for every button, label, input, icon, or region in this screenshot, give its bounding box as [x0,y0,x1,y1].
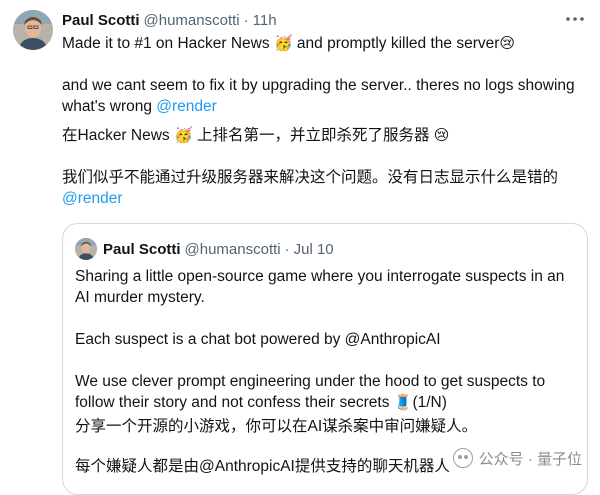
wechat-icon [452,448,473,468]
party-face-emoji-icon: 🥳 [273,34,293,52]
quoted-line-4: 分享一个开源的小游戏，你可以在AI谋杀案中审问嫌疑人。 [75,418,478,435]
watermark: 公众号 · 量子位 [448,447,586,469]
quoted-line-3: We use clever prompt engineering under t… [75,373,546,411]
quoted-header: Paul Scotti @humanscotti · Jul 10 [103,239,575,259]
author-handle[interactable]: @humanscotti [144,12,240,29]
quoted-text: Sharing a little open-source game where … [75,266,575,477]
tweet-line-1: Made it to #1 on Hacker News 🥳 and promp… [62,34,516,52]
crying-face-emoji-icon: 😢 [499,34,516,52]
mention-render[interactable]: @render [62,190,123,207]
more-dots-icon [566,17,584,21]
mention-render[interactable]: @render [156,98,217,115]
avatar-photo-icon [75,238,97,260]
quoted-avatar [75,238,97,260]
quoted-separator: · [284,240,290,258]
quoted-author-handle: @humanscotti [184,240,281,258]
more-horizontal-icon[interactable] [564,9,586,29]
avatar[interactable] [13,10,53,50]
party-face-emoji-icon: 🥳 [173,126,193,144]
tweet-header: Paul Scotti @humanscotti · 11h [62,10,590,30]
quoted-author-name: Paul Scotti [103,240,181,258]
quoted-line-2: Each suspect is a chat bot powered by @A… [75,331,441,348]
tweet-line-4: 我们似乎不能通过升级服务器来解决这个问题。没有日志显示什么是错的 @render [62,169,559,207]
tweet-line-3: 在Hacker News 🥳 上排名第一，并立即杀死了服务器 😢 [62,126,450,144]
quoted-line-1: Sharing a little open-source game where … [75,268,565,306]
tweet-line-2: and we cant seem to fix it by upgrading … [62,77,575,115]
tweet-timestamp[interactable]: 11h [253,12,277,29]
crying-face-emoji-icon: 😢 [433,126,450,144]
header-separator: · [243,11,249,29]
author-name[interactable]: Paul Scotti [62,12,140,29]
avatar-photo-icon [13,10,53,50]
quoted-date: Jul 10 [293,240,334,258]
tweet[interactable]: Paul Scotti @humanscotti · 11h Made it t… [0,0,600,495]
thread-emoji-icon: 🧵 [393,393,413,411]
tweet-text: Made it to #1 on Hacker News 🥳 and promp… [62,33,590,209]
watermark-text: 公众号 · 量子位 [478,450,582,468]
